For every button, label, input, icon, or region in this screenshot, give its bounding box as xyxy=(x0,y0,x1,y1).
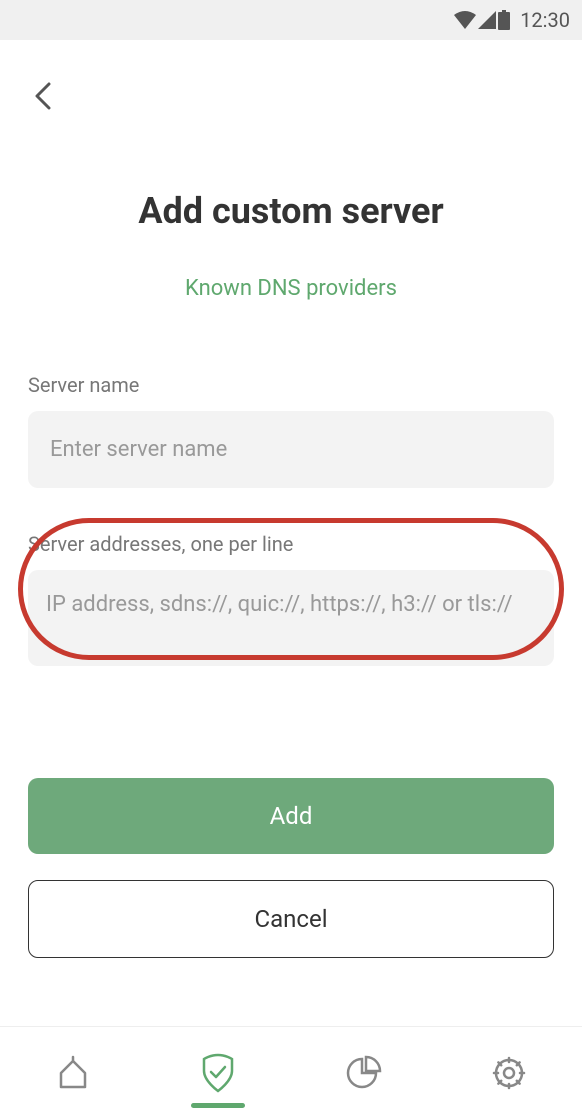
nav-active-indicator xyxy=(191,1103,245,1108)
server-addresses-label: Server addresses, one per line xyxy=(28,532,554,556)
wifi-icon xyxy=(454,11,476,29)
cell-signal-icon xyxy=(478,11,496,29)
status-bar: 12:30 xyxy=(0,0,582,40)
server-addresses-input[interactable] xyxy=(28,570,554,666)
home-icon xyxy=(55,1055,91,1091)
status-icons xyxy=(454,10,510,30)
server-name-label: Server name xyxy=(28,373,554,397)
add-button[interactable]: Add xyxy=(28,778,554,854)
pie-chart-icon xyxy=(346,1055,382,1091)
cancel-button[interactable]: Cancel xyxy=(28,880,554,958)
page-title: Add custom server xyxy=(28,190,554,232)
server-name-input[interactable] xyxy=(28,411,554,488)
nav-home[interactable] xyxy=(0,1027,146,1118)
battery-icon xyxy=(498,10,510,30)
chevron-left-icon xyxy=(34,82,52,110)
nav-protection[interactable] xyxy=(146,1027,292,1118)
status-time: 12:30 xyxy=(520,8,570,32)
nav-stats[interactable] xyxy=(291,1027,437,1118)
shield-check-icon xyxy=(200,1053,236,1093)
known-providers-link[interactable]: Known DNS providers xyxy=(28,276,554,301)
gear-icon xyxy=(490,1054,528,1092)
back-button[interactable] xyxy=(34,82,52,114)
bottom-nav xyxy=(0,1026,582,1118)
nav-settings[interactable] xyxy=(437,1027,582,1118)
